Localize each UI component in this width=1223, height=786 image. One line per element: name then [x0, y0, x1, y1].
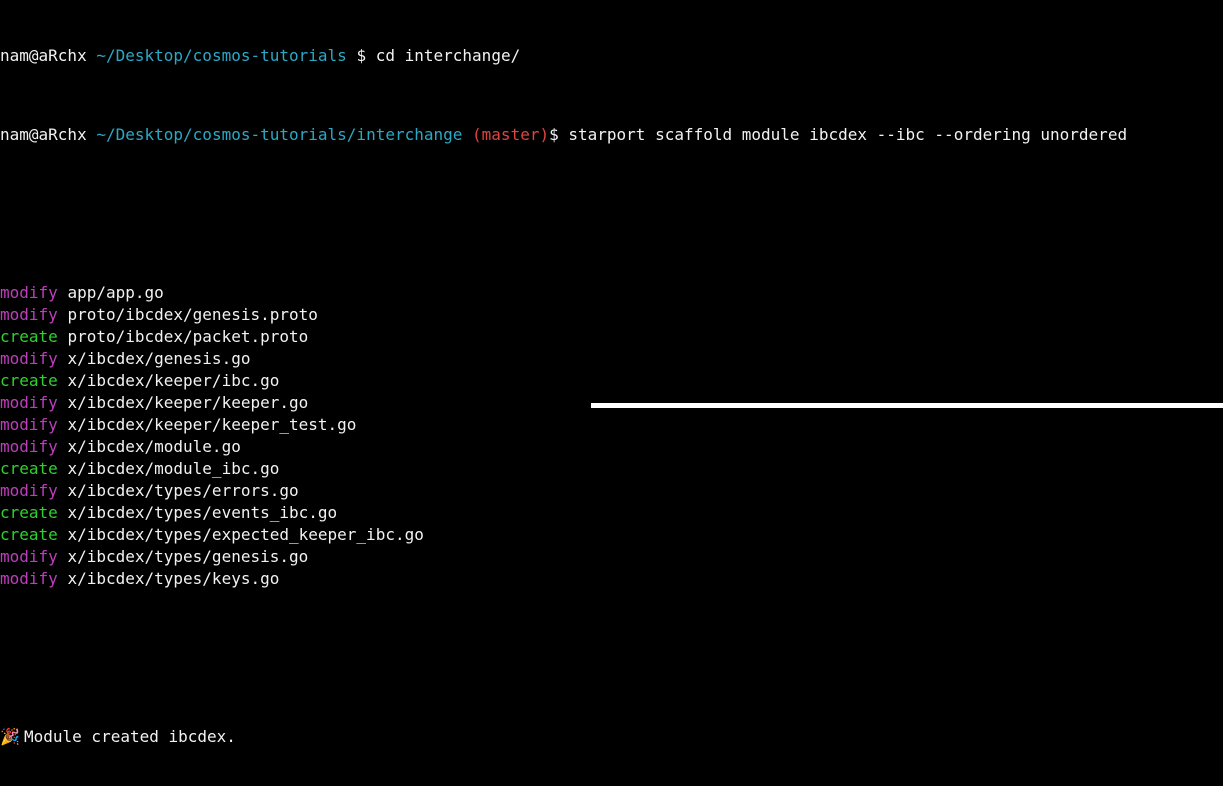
previous-prompt-line: nam@aRchx ~/Desktop/cosmos-tutorials $ c…	[0, 45, 1223, 67]
output-line: modify x/ibcdex/types/keys.go	[0, 568, 1223, 590]
file-action: create	[0, 503, 58, 522]
file-path: x/ibcdex/module_ibc.go	[67, 459, 280, 478]
output-line: create x/ibcdex/types/events_ibc.go	[0, 502, 1223, 524]
file-path: proto/ibcdex/genesis.proto	[67, 305, 318, 324]
result-line: 🎉 Module created ibcdex.	[0, 726, 1223, 748]
file-action: modify	[0, 437, 58, 456]
output-line: modify x/ibcdex/types/errors.go	[0, 480, 1223, 502]
file-action: create	[0, 327, 58, 346]
output-line: modify app/app.go	[0, 282, 1223, 304]
file-path: x/ibcdex/types/events_ibc.go	[67, 503, 338, 522]
file-action: modify	[0, 481, 58, 500]
file-path: x/ibcdex/keeper/ibc.go	[67, 371, 280, 390]
file-path: x/ibcdex/types/keys.go	[67, 569, 280, 588]
file-path: x/ibcdex/module.go	[67, 437, 241, 456]
file-action: modify	[0, 305, 58, 324]
file-path: x/ibcdex/types/errors.go	[67, 481, 299, 500]
prompt-line: nam@aRchx ~/Desktop/cosmos-tutorials/int…	[0, 124, 1223, 146]
file-path: x/ibcdex/genesis.go	[67, 349, 251, 368]
prompt-path: ~/Desktop/cosmos-tutorials/interchange	[96, 125, 463, 144]
prompt-command: cd interchange/	[375, 46, 521, 65]
prompt-symbol: $	[356, 46, 367, 65]
prompt-user: nam@aRchx	[0, 46, 87, 65]
file-action: modify	[0, 283, 58, 302]
terminal-window[interactable]: nam@aRchx ~/Desktop/cosmos-tutorials $ c…	[0, 0, 1223, 786]
file-action: modify	[0, 547, 58, 566]
prompt-user: nam@aRchx	[0, 125, 87, 144]
file-path: x/ibcdex/types/expected_keeper_ibc.go	[67, 525, 424, 544]
output-line: create x/ibcdex/keeper/ibc.go	[0, 370, 1223, 392]
file-action: create	[0, 525, 58, 544]
output-line: modify x/ibcdex/genesis.go	[0, 348, 1223, 370]
prompt-command: starport scaffold module ibcdex --ibc --…	[568, 125, 1128, 144]
file-action: modify	[0, 569, 58, 588]
prompt-symbol: $	[549, 125, 559, 144]
output-line: modify proto/ibcdex/genesis.proto	[0, 304, 1223, 326]
output-line: create x/ibcdex/types/expected_keeper_ib…	[0, 524, 1223, 546]
result-message: Module created ibcdex.	[24, 727, 236, 746]
file-action: modify	[0, 349, 58, 368]
prompt-path: ~/Desktop/cosmos-tutorials	[96, 46, 347, 65]
output-line: modify x/ibcdex/types/genesis.go	[0, 546, 1223, 568]
text-selection-highlight	[591, 403, 1223, 408]
file-action: create	[0, 459, 58, 478]
output-line: modify x/ibcdex/module.go	[0, 436, 1223, 458]
file-path: x/ibcdex/types/genesis.go	[67, 547, 309, 566]
prompt-git-branch: (master)	[472, 125, 550, 144]
party-popper-icon: 🎉	[0, 727, 20, 746]
file-path: proto/ibcdex/packet.proto	[67, 327, 309, 346]
scaffold-output-list: modify app/app.go modify proto/ibcdex/gen…	[0, 282, 1223, 590]
file-action: create	[0, 371, 58, 390]
output-line: create x/ibcdex/module_ibc.go	[0, 458, 1223, 480]
output-line: create proto/ibcdex/packet.proto	[0, 326, 1223, 348]
file-path: app/app.go	[67, 283, 164, 302]
